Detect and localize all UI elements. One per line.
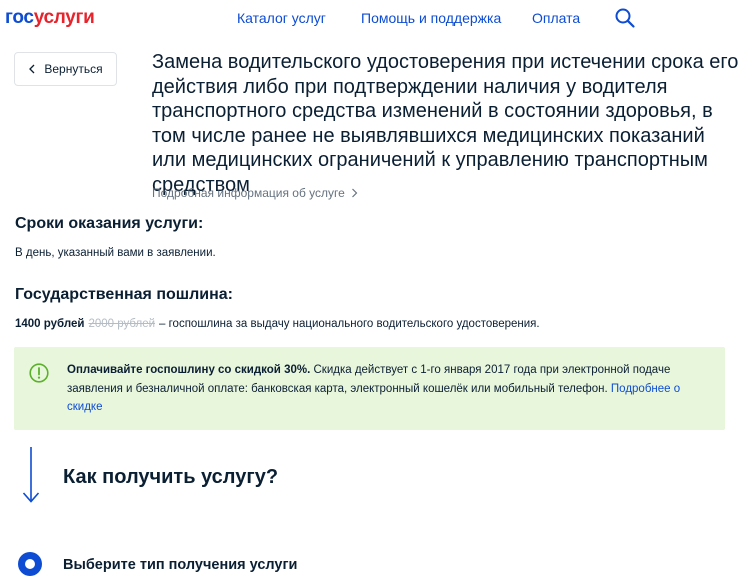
top-header: госуслуги Каталог услуг Помощь и поддерж…: [0, 0, 745, 38]
chevron-right-icon: [351, 188, 358, 198]
back-button[interactable]: Вернуться: [14, 52, 117, 86]
how-to-get-heading: Как получить услугу?: [63, 466, 279, 488]
nav-payment-link[interactable]: Оплата: [532, 10, 580, 26]
fee-heading: Государственная пошлина:: [15, 286, 233, 303]
service-details-link-label: Подробная информация об услуге: [152, 186, 345, 200]
logo-part-gos: гос: [5, 7, 34, 28]
nav-help-link[interactable]: Помощь и поддержка: [361, 10, 501, 26]
chevron-left-icon: [29, 64, 35, 74]
step-select-type-label: Выберите тип получения услуги: [63, 557, 298, 573]
arrow-down-icon: [22, 447, 40, 503]
fee-text: 1400 рублей 2000 рублей – госпошлина за вы…: [15, 318, 540, 330]
fee-old-amount: 2000 рублей: [88, 318, 156, 330]
back-button-label: Вернуться: [44, 62, 103, 76]
fee-amount: 1400 рублей: [15, 318, 85, 330]
nav-catalog-link[interactable]: Каталог услуг: [237, 10, 326, 26]
logo-part-uslugi: услуги: [33, 7, 95, 28]
search-icon[interactable]: [614, 7, 636, 29]
fee-description: – госпошлина за выдачу национального вод…: [159, 318, 540, 330]
gosuslugi-logo[interactable]: госуслуги: [5, 7, 95, 29]
terms-text: В день, указанный вами в заявлении.: [15, 247, 216, 259]
terms-heading: Сроки оказания услуги:: [15, 215, 204, 232]
discount-text: Оплачивайте госпошлину со скидкой 30%. С…: [67, 361, 695, 417]
info-exclamation-icon: [29, 363, 49, 383]
discount-info-box: Оплачивайте госпошлину со скидкой 30%. С…: [14, 347, 725, 430]
service-title: Замена водительского удостоверения при и…: [152, 51, 739, 196]
service-details-link[interactable]: Подробная информация об услуге: [152, 186, 358, 200]
discount-bold-text: Оплачивайте госпошлину со скидкой 30%.: [67, 364, 311, 376]
step-radio-icon[interactable]: [18, 552, 42, 576]
